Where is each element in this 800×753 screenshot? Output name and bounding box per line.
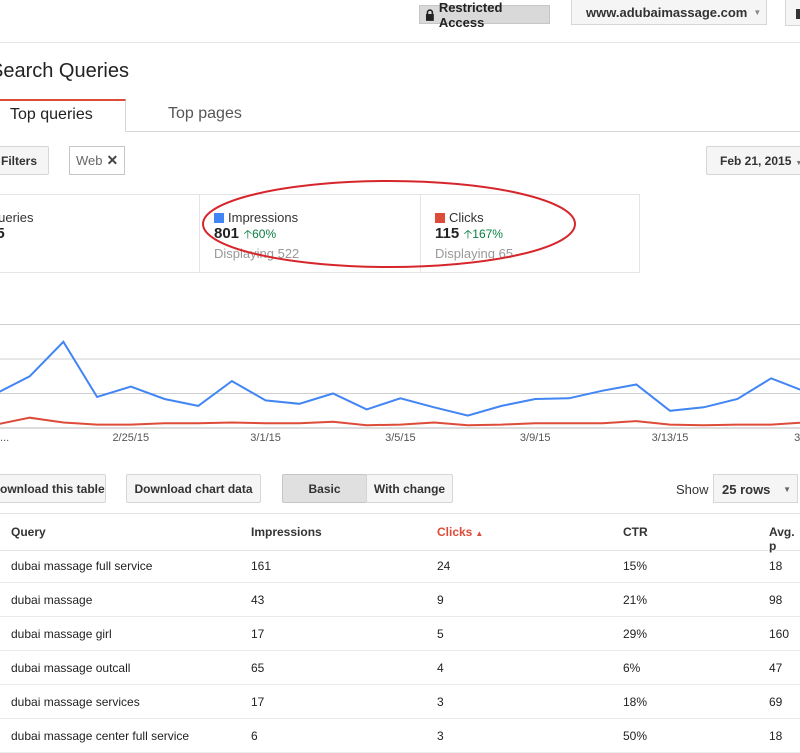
sort-ascending-icon: ▲: [475, 529, 484, 538]
stat-impressions-label: Impressions: [228, 210, 299, 225]
stat-impressions-change: 60%: [252, 227, 277, 241]
close-icon[interactable]: ✕: [107, 152, 119, 169]
table-row[interactable]: dubai massage services 17 3 18% 69: [0, 685, 800, 719]
filters-button[interactable]: Filters: [0, 146, 49, 175]
stat-impressions-displaying: Displaying 522: [214, 246, 300, 261]
impressions-cell: 6: [251, 729, 258, 743]
table-row[interactable]: dubai massage outcall 65 4 6% 47: [0, 651, 800, 685]
web-filter-chip[interactable]: Web ✕: [69, 146, 125, 175]
x-tick-label: 3/9/15: [520, 432, 551, 444]
query-cell[interactable]: dubai massage services: [11, 695, 140, 709]
avg-position-cell: 160: [769, 627, 790, 641]
stat-clicks[interactable]: Clicks 115 🡡167% Displaying 65: [435, 210, 513, 261]
rows-select[interactable]: 25 rows ▼: [713, 474, 798, 503]
query-cell[interactable]: dubai massage: [11, 593, 92, 607]
avg-position-cell: 98: [769, 593, 783, 607]
stat-impressions[interactable]: Impressions 801 🡡60% Displaying 522: [214, 210, 299, 261]
query-cell[interactable]: dubai massage girl: [11, 627, 112, 641]
stat-clicks-value: 115: [435, 225, 460, 242]
stats-panel: [0, 194, 640, 273]
table-row[interactable]: dubai massage center full service 6 3 50…: [0, 719, 800, 753]
ctr-cell: 50%: [623, 729, 648, 743]
table-header: Query Impressions Clicks ▲ CTR Avg. p: [0, 513, 800, 553]
query-cell[interactable]: dubai massage outcall: [11, 661, 130, 675]
ctr-cell: 6%: [623, 661, 641, 675]
avg-position-cell: 18: [769, 559, 783, 573]
clicks-legend-swatch: [435, 213, 445, 223]
series-line-clicks: [0, 416, 800, 427]
impressions-cell: 17: [251, 627, 265, 641]
impressions-legend-swatch: [214, 213, 224, 223]
column-header-query[interactable]: Query: [11, 525, 46, 539]
x-tick-label: 3/1/15: [250, 432, 281, 444]
impressions-cell: 161: [251, 559, 272, 573]
download-table-button[interactable]: Download this table: [0, 474, 106, 503]
download-chart-button[interactable]: Download chart data: [126, 474, 261, 503]
rows-select-value: 25 rows: [722, 482, 771, 497]
x-tick-label: ...: [0, 432, 9, 444]
ctr-cell: 21%: [623, 593, 648, 607]
stat-queries-label: Queries: [0, 210, 34, 225]
avg-position-cell: 47: [769, 661, 783, 675]
date-range-button[interactable]: Feb 21, 2015 ▼: [706, 146, 800, 175]
impressions-cell: 65: [251, 661, 265, 675]
restricted-access-label: Restricted Access: [438, 0, 503, 30]
restricted-access-badge: Restricted Access: [419, 0, 550, 30]
chevron-down-icon: ▼: [795, 160, 800, 167]
column-header-clicks[interactable]: Clicks ▲: [437, 525, 483, 539]
clicks-cell: 4: [437, 661, 444, 675]
clicks-cell: 3: [437, 729, 444, 743]
web-filter-label: Web: [76, 153, 103, 168]
account-button[interactable]: [785, 0, 800, 26]
avg-position-cell: 18: [769, 729, 783, 743]
lock-icon: [425, 8, 434, 21]
x-tick-label: 3/13/15: [652, 432, 689, 444]
tab-top-queries[interactable]: Top queries: [0, 99, 126, 132]
ctr-cell: 29%: [623, 627, 648, 641]
query-cell[interactable]: dubai massage center full service: [11, 729, 189, 743]
line-chart: ... 2/25/15 3/1/15 3/5/15 3/9/15 3/13/15 3/17: [0, 324, 800, 444]
impressions-cell: 43: [251, 593, 265, 607]
series-line-impressions: [0, 340, 800, 417]
chevron-down-icon: ▼: [753, 7, 762, 17]
show-label: Show: [676, 482, 709, 497]
table-row[interactable]: dubai massage full service 161 24 15% 18: [0, 549, 800, 583]
clicks-cell: 5: [437, 627, 444, 641]
stat-clicks-displaying: Displaying 65: [435, 246, 514, 261]
column-header-impressions[interactable]: Impressions: [251, 525, 322, 539]
clicks-cell: 24: [437, 559, 451, 573]
stat-queries[interactable]: Queries 35: [0, 210, 34, 242]
clicks-cell: 3: [437, 695, 444, 709]
query-cell[interactable]: dubai massage full service: [11, 559, 152, 573]
basic-toggle[interactable]: Basic: [282, 474, 367, 503]
stat-clicks-label: Clicks: [449, 210, 484, 225]
x-tick-label: 2/25/15: [112, 432, 149, 444]
site-selector[interactable]: www.adubaimassage.com ▼: [571, 0, 767, 25]
ctr-cell: 18%: [623, 695, 648, 709]
stat-impressions-value: 801: [214, 225, 240, 242]
table-row[interactable]: dubai massage girl 17 5 29% 160: [0, 617, 800, 651]
with-change-toggle[interactable]: With change: [366, 474, 453, 503]
stat-queries-value: 35: [0, 225, 5, 242]
arrow-up-icon: 🡡: [463, 227, 473, 241]
tab-top-pages[interactable]: Top pages: [168, 105, 242, 123]
page-title: Search Queries: [0, 60, 129, 82]
date-range-label: Feb 21, 2015: [720, 154, 792, 168]
table-row[interactable]: dubai massage 43 9 21% 98: [0, 583, 800, 617]
x-tick-label: 3/17: [794, 432, 800, 444]
column-header-ctr[interactable]: CTR: [623, 525, 648, 539]
stat-clicks-change: 167%: [472, 227, 503, 241]
chevron-down-icon: ▼: [783, 485, 791, 494]
site-url: www.adubaimassage.com: [586, 4, 748, 20]
avg-position-cell: 69: [769, 695, 783, 709]
ctr-cell: 15%: [623, 559, 648, 573]
x-tick-label: 3/5/15: [385, 432, 416, 444]
clicks-cell: 9: [437, 593, 444, 607]
arrow-up-icon: 🡡: [243, 227, 253, 241]
impressions-cell: 17: [251, 695, 265, 709]
